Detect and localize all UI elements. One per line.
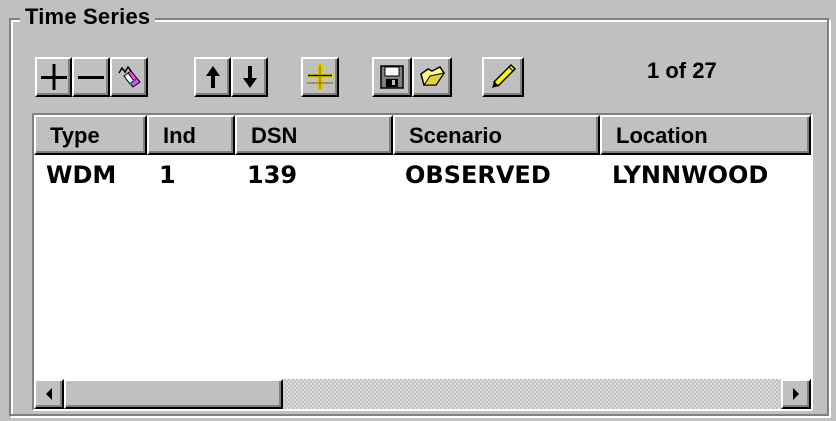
cell-dsn: 139: [247, 161, 298, 189]
arrow-up-icon: [205, 66, 220, 88]
column-divider-icon: [307, 64, 333, 90]
minus-icon: [78, 76, 104, 79]
arrow-down-icon: [242, 66, 257, 88]
folder-icon: [420, 66, 446, 86]
edit-button[interactable]: [482, 57, 524, 97]
column-header-scenario[interactable]: Scenario: [393, 115, 600, 155]
record-counter: 1 of 27: [647, 58, 717, 83]
scroll-thumb[interactable]: [64, 379, 283, 409]
group-title: Time Series: [20, 2, 156, 32]
cell-scenario: OBSERVED: [405, 161, 551, 189]
cell-type: WDM: [46, 161, 117, 189]
save-button[interactable]: [372, 57, 412, 97]
add-button[interactable]: [35, 57, 72, 97]
floppy-disk-icon: [380, 65, 404, 89]
cell-ind: 1: [159, 161, 176, 189]
horizontal-scrollbar[interactable]: [34, 379, 811, 409]
columns-button[interactable]: [301, 57, 339, 97]
cell-location: LYNNWOOD: [612, 161, 769, 189]
plus-icon: [40, 64, 67, 90]
column-header-type[interactable]: Type: [34, 115, 147, 155]
scroll-left-button[interactable]: [34, 379, 64, 409]
grid-header: Type Ind DSN Scenario Location: [34, 115, 811, 155]
eraser-icon: [118, 65, 141, 88]
scroll-right-button[interactable]: [781, 379, 811, 409]
open-button[interactable]: [412, 57, 452, 97]
remove-button[interactable]: [72, 57, 110, 97]
column-header-location[interactable]: Location: [600, 115, 811, 155]
arrow-right-icon: [793, 388, 799, 400]
column-header-dsn[interactable]: DSN: [235, 115, 393, 155]
pencil-icon: [492, 63, 517, 88]
arrow-left-icon: [46, 388, 52, 400]
move-down-button[interactable]: [231, 57, 268, 97]
table-row[interactable]: WDM 1 139 OBSERVED LYNNWOOD: [34, 159, 811, 191]
move-up-button[interactable]: [194, 57, 231, 97]
time-series-grid[interactable]: Type Ind DSN Scenario Location WDM 1 139…: [32, 113, 813, 411]
clear-button[interactable]: [110, 57, 148, 97]
column-header-ind[interactable]: Ind: [147, 115, 235, 155]
